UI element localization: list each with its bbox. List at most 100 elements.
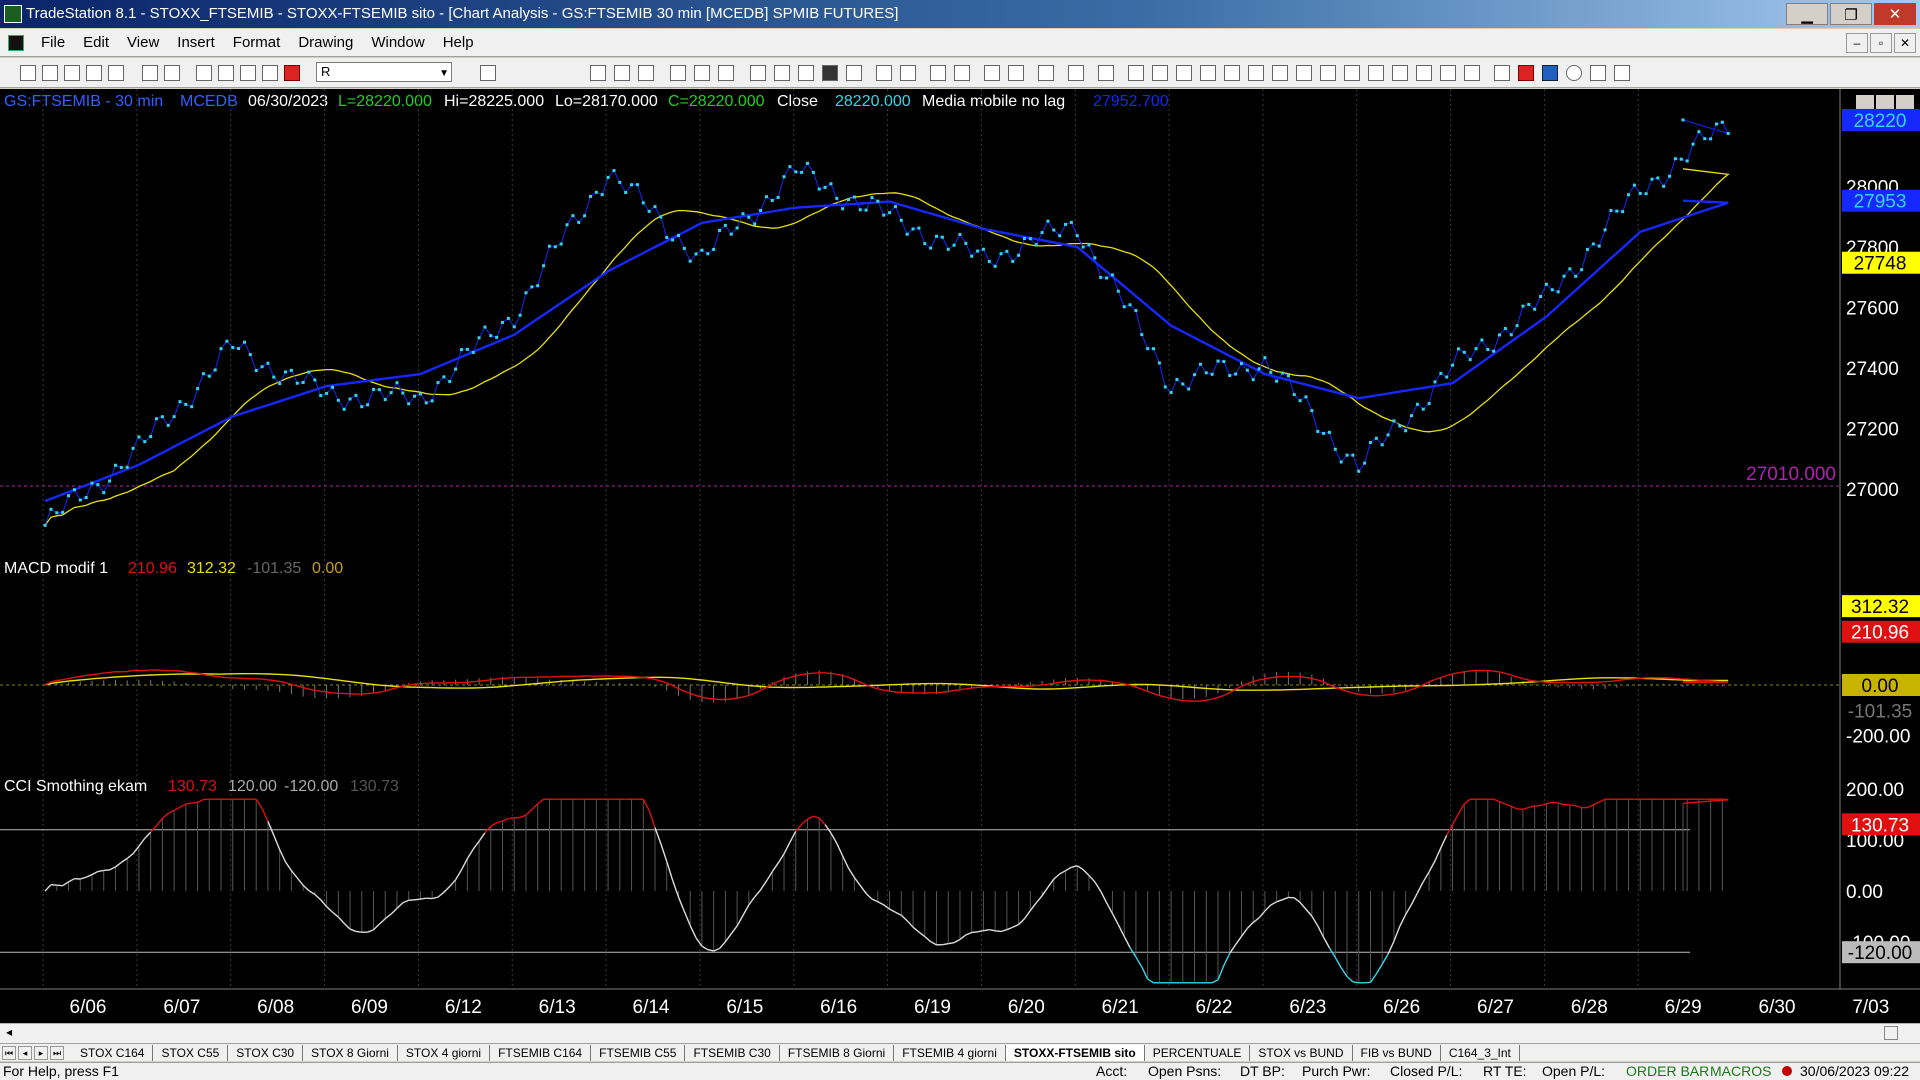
tab-stox-4-giorni[interactable]: STOX 4 giorni xyxy=(398,1044,491,1061)
tab-last-icon[interactable]: ⏭ xyxy=(50,1045,64,1060)
mdi-minimize-button[interactable]: – xyxy=(1846,33,1868,53)
tab-stox-c164[interactable]: STOX C164 xyxy=(72,1044,154,1061)
tab-prev-icon[interactable]: ◂ xyxy=(18,1045,32,1060)
analysis-icon[interactable] xyxy=(1068,65,1084,81)
tab-percentuale[interactable]: PERCENTUALE xyxy=(1145,1044,1251,1061)
tab-stoxx-ftsemib-sito[interactable]: STOXX-FTSEMIB sito xyxy=(1005,1044,1145,1061)
open-file-icon[interactable] xyxy=(42,65,58,81)
tools-icon[interactable] xyxy=(1038,65,1054,81)
menu-help[interactable]: Help xyxy=(434,34,483,51)
tab-ftsemib-c55[interactable]: FTSEMIB C55 xyxy=(591,1044,686,1061)
format-window-icon[interactable] xyxy=(750,65,766,81)
parallel-lines-icon[interactable] xyxy=(1392,65,1408,81)
up-arrow-icon[interactable] xyxy=(1542,65,1558,81)
gann-icon[interactable] xyxy=(1248,65,1264,81)
menu-view[interactable]: View xyxy=(118,34,168,51)
radar-screen-icon[interactable] xyxy=(614,65,630,81)
scroll-right-icon[interactable] xyxy=(900,65,916,81)
bar-spacing-icon[interactable] xyxy=(846,65,862,81)
cycle-lines-icon[interactable] xyxy=(1320,65,1336,81)
fibonacci-icon[interactable] xyxy=(1224,65,1240,81)
open-workspace-icon[interactable] xyxy=(108,65,124,81)
speed-lines-icon[interactable] xyxy=(1296,65,1312,81)
arc-icon[interactable] xyxy=(1440,65,1456,81)
text-abc-icon[interactable] xyxy=(1614,65,1630,81)
rectangle-icon[interactable] xyxy=(1590,65,1606,81)
zoom-in-icon[interactable] xyxy=(930,65,946,81)
tab-stox-c30[interactable]: STOX C30 xyxy=(228,1044,304,1061)
menu-file[interactable]: File xyxy=(32,34,74,51)
scroll-left-icon[interactable] xyxy=(876,65,892,81)
chart-window-icon[interactable] xyxy=(8,34,24,51)
tab-stox-vs-bund[interactable]: STOX vs BUND xyxy=(1250,1044,1353,1061)
symbol-dropdown-icon[interactable]: ▼ xyxy=(439,65,449,83)
maximize-button[interactable]: ❐ xyxy=(1830,3,1872,25)
status-order-bar[interactable]: ORDER BAR xyxy=(1626,1063,1709,1080)
save-workspace-icon[interactable] xyxy=(64,65,80,81)
pen-icon[interactable] xyxy=(1464,65,1480,81)
format-icon[interactable] xyxy=(262,65,278,81)
tab-ftsemib-c30[interactable]: FTSEMIB C30 xyxy=(685,1044,780,1061)
lock-icon[interactable] xyxy=(240,65,256,81)
tab-stox-8-giorni[interactable]: STOX 8 Giorni xyxy=(303,1044,398,1061)
close-button[interactable]: ✕ xyxy=(1874,3,1916,25)
inner-close-button[interactable] xyxy=(1896,95,1914,111)
text-tool-icon[interactable] xyxy=(1098,65,1114,81)
tab-stox-c55[interactable]: STOX C55 xyxy=(153,1044,229,1061)
horizontal-lines-icon[interactable] xyxy=(1176,65,1192,81)
mdi-restore-button[interactable]: ▫ xyxy=(1870,33,1892,53)
down-arrow-icon[interactable] xyxy=(1518,65,1534,81)
hand-icon[interactable] xyxy=(1008,65,1024,81)
chart-analysis-icon[interactable] xyxy=(590,65,606,81)
minimize-button[interactable]: ▁ xyxy=(1786,3,1828,25)
andrews-pitchfork-icon[interactable] xyxy=(1272,65,1288,81)
chart-area[interactable]: GS:FTSEMIB - 30 min MCEDB 06/30/2023 L=2… xyxy=(0,89,1920,1023)
menu-window[interactable]: Window xyxy=(362,34,433,51)
find-symbol-icon[interactable] xyxy=(480,65,496,81)
ellipse-icon[interactable] xyxy=(1566,65,1582,81)
tab-ftsemib-c164[interactable]: FTSEMIB C164 xyxy=(490,1044,592,1061)
tab-c164-3-int[interactable]: C164_3_Int xyxy=(1441,1044,1520,1061)
new-file-icon[interactable] xyxy=(20,65,36,81)
status-macros[interactable]: MACROS xyxy=(1710,1063,1771,1080)
channel-icon[interactable] xyxy=(1200,65,1216,81)
strategy-icon[interactable] xyxy=(670,65,686,81)
curve-icon[interactable] xyxy=(1494,65,1510,81)
cursor-icon[interactable] xyxy=(984,65,1000,81)
color-icon[interactable] xyxy=(284,65,300,81)
inner-restore-button[interactable] xyxy=(1876,95,1894,111)
tab-ftsemib-8-giorni[interactable]: FTSEMIB 8 Giorni xyxy=(780,1044,895,1061)
tab-fib-vs-bund[interactable]: FIB vs BUND xyxy=(1353,1044,1441,1061)
chart-svg[interactable]: GS:FTSEMIB - 30 min MCEDB 06/30/2023 L=2… xyxy=(0,89,1920,1023)
cut-icon[interactable] xyxy=(196,65,212,81)
inner-minimize-button[interactable] xyxy=(1856,95,1874,111)
tab-first-icon[interactable]: ⏮ xyxy=(2,1045,16,1060)
chart-horizontal-scrollbar[interactable]: ◂ xyxy=(0,1023,1920,1043)
symbol-input[interactable]: R ▼ xyxy=(316,62,452,82)
menu-insert[interactable]: Insert xyxy=(168,34,224,51)
menu-edit[interactable]: Edit xyxy=(74,34,118,51)
matrix-icon[interactable] xyxy=(638,65,654,81)
data-window-icon[interactable] xyxy=(822,65,838,81)
print-preview-icon[interactable] xyxy=(142,65,158,81)
menu-format[interactable]: Format xyxy=(224,34,290,51)
zoom-out-icon[interactable] xyxy=(954,65,970,81)
indicator-icon[interactable] xyxy=(694,65,710,81)
tab-ftsemib-4-giorni[interactable]: FTSEMIB 4 giorni xyxy=(894,1044,1006,1061)
scroll-left-arrow-icon[interactable]: ◂ xyxy=(6,1025,12,1039)
insert-symbol-icon[interactable] xyxy=(774,65,790,81)
vertical-lines-icon[interactable] xyxy=(1152,65,1168,81)
tab-next-icon[interactable]: ▸ xyxy=(34,1045,48,1060)
refresh-icon[interactable] xyxy=(718,65,734,81)
print-icon[interactable] xyxy=(164,65,180,81)
copy-icon[interactable] xyxy=(218,65,234,81)
menu-drawing[interactable]: Drawing xyxy=(289,34,362,51)
regression-channel-icon[interactable] xyxy=(1344,65,1360,81)
arrow-tool-icon[interactable] xyxy=(1368,65,1384,81)
new-window-icon[interactable] xyxy=(86,65,102,81)
mdi-close-button[interactable]: ✕ xyxy=(1894,33,1916,53)
scroll-thumb[interactable] xyxy=(1884,1026,1898,1040)
insert-indicator-icon[interactable] xyxy=(798,65,814,81)
time-zones-icon[interactable] xyxy=(1416,65,1432,81)
trendline-icon[interactable] xyxy=(1128,65,1144,81)
